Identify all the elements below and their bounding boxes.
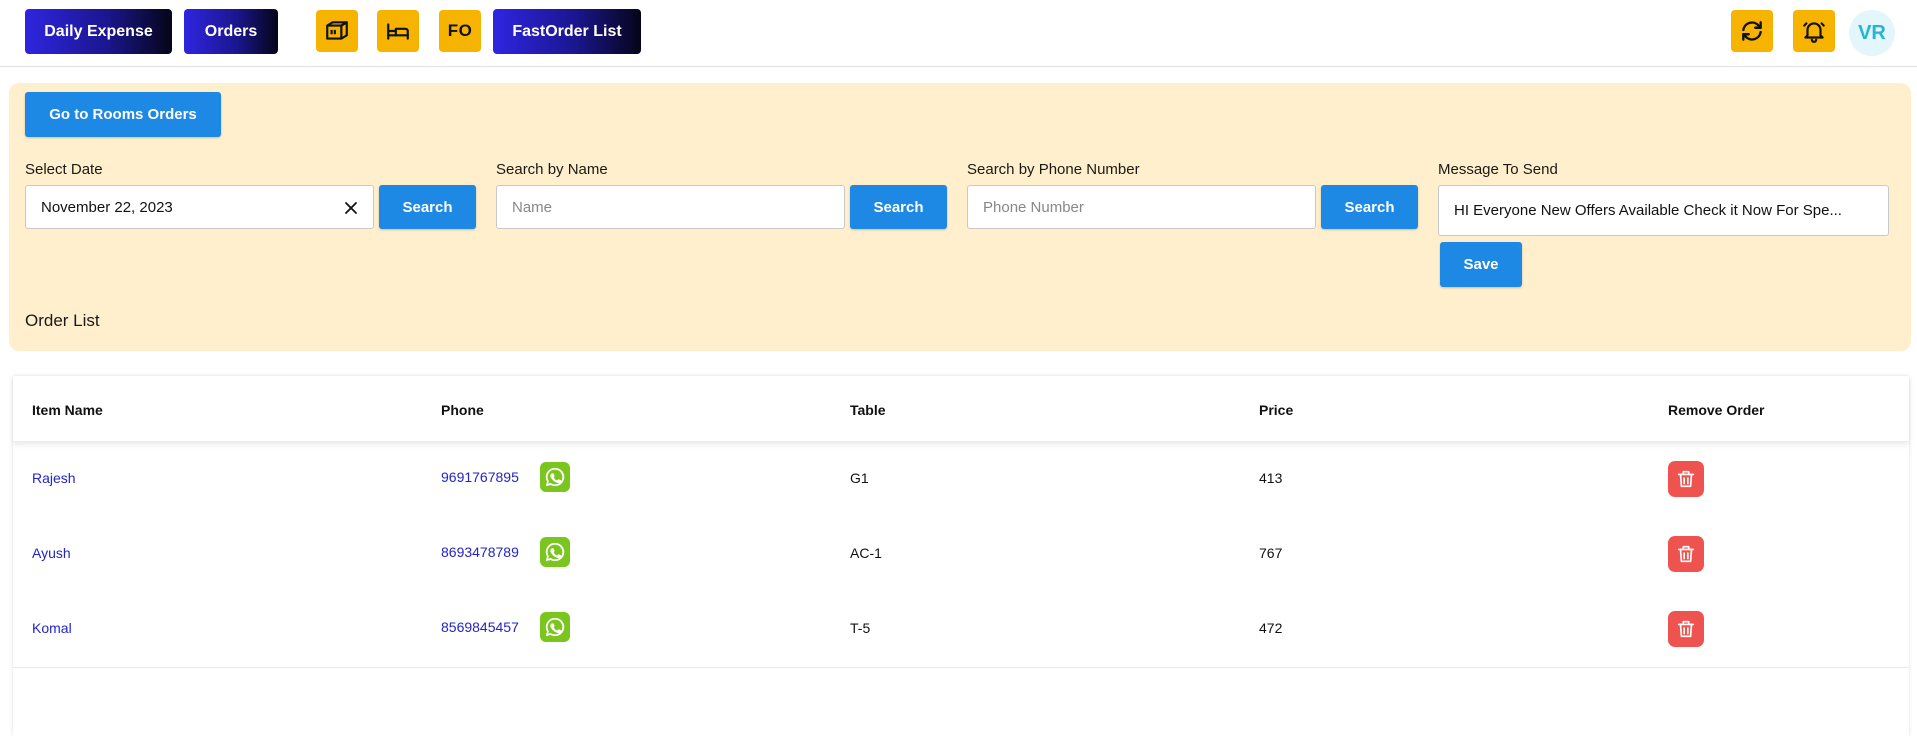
search-phone-button[interactable]: Search — [1321, 185, 1418, 229]
whatsapp-button[interactable] — [540, 612, 570, 642]
message-to-send-label: Message To Send — [1438, 161, 1558, 178]
whatsapp-button[interactable] — [540, 462, 570, 492]
whatsapp-icon — [545, 467, 565, 487]
order-list-title: Order List — [25, 311, 100, 330]
filter-panel: Go to Rooms Orders Select Date November … — [9, 83, 1911, 351]
table-value: T-5 — [850, 620, 871, 636]
orders-table: Item Name Phone Table Price Remove Order… — [13, 376, 1909, 736]
orders-button[interactable]: Orders — [184, 9, 278, 54]
bed-icon — [387, 23, 409, 40]
save-message-button[interactable]: Save — [1440, 242, 1522, 287]
price-value: 767 — [1259, 545, 1283, 561]
table-row: Komal 8569845457 T-5 472 — [13, 592, 1909, 667]
header-remove-order: Remove Order — [1668, 402, 1765, 418]
date-value: November 22, 2023 — [41, 198, 173, 216]
remove-order-button[interactable] — [1668, 611, 1704, 647]
package-button[interactable] — [316, 10, 358, 52]
item-name-link[interactable]: Rajesh — [32, 470, 76, 486]
table-value: AC-1 — [850, 545, 882, 561]
item-name-link[interactable]: Ayush — [32, 545, 71, 561]
table-header: Item Name Phone Table Price Remove Order — [13, 376, 1909, 442]
go-to-rooms-orders-button[interactable]: Go to Rooms Orders — [25, 92, 221, 137]
search-by-phone-label: Search by Phone Number — [967, 161, 1140, 178]
header-table: Table — [850, 402, 886, 418]
table-bottom-divider — [13, 667, 1909, 668]
phone-search-input[interactable] — [983, 198, 1315, 216]
item-name-link[interactable]: Komal — [32, 620, 72, 636]
phone-link[interactable]: 8693478789 — [441, 544, 519, 560]
refresh-icon — [1742, 21, 1762, 41]
search-by-name-label: Search by Name — [496, 161, 608, 178]
notifications-button[interactable] — [1793, 10, 1835, 52]
name-search-input[interactable] — [512, 198, 844, 216]
phone-link[interactable]: 9691767895 — [441, 469, 519, 485]
phone-link[interactable]: 8569845457 — [441, 619, 519, 635]
package-icon — [326, 21, 348, 40]
fastorder-list-button[interactable]: FastOrder List — [493, 9, 641, 54]
message-value: HI Everyone New Offers Available Check i… — [1454, 202, 1842, 219]
whatsapp-icon — [545, 617, 565, 637]
phone-search-field[interactable] — [967, 185, 1316, 229]
message-field[interactable]: HI Everyone New Offers Available Check i… — [1438, 185, 1889, 236]
trash-icon — [1677, 620, 1695, 638]
fast-order-button[interactable]: FO — [439, 10, 481, 52]
table-value: G1 — [850, 470, 869, 486]
top-navigation-bar: Daily Expense Orders FO FastOrder List V… — [0, 0, 1917, 67]
daily-expense-button[interactable]: Daily Expense — [25, 9, 172, 54]
header-item-name: Item Name — [32, 402, 103, 418]
remove-order-button[interactable] — [1668, 536, 1704, 572]
select-date-label: Select Date — [25, 161, 103, 178]
header-phone: Phone — [441, 402, 484, 418]
header-price: Price — [1259, 402, 1294, 418]
search-date-button[interactable]: Search — [379, 185, 476, 229]
table-row: Ayush 8693478789 AC-1 767 — [13, 517, 1909, 592]
clear-date-icon[interactable] — [341, 198, 361, 218]
rooms-button[interactable] — [377, 10, 419, 52]
user-avatar[interactable]: VR — [1849, 10, 1895, 56]
whatsapp-icon — [545, 542, 565, 562]
search-name-button[interactable]: Search — [850, 185, 947, 229]
table-row: Rajesh 9691767895 G1 413 — [13, 442, 1909, 517]
fo-icon: FO — [447, 21, 473, 40]
whatsapp-button[interactable] — [540, 537, 570, 567]
name-search-field[interactable] — [496, 185, 845, 229]
price-value: 413 — [1259, 470, 1283, 486]
trash-icon — [1677, 470, 1695, 488]
remove-order-button[interactable] — [1668, 461, 1704, 497]
price-value: 472 — [1259, 620, 1283, 636]
date-picker-field[interactable]: November 22, 2023 — [25, 185, 374, 229]
trash-icon — [1677, 545, 1695, 563]
bell-icon — [1803, 22, 1825, 43]
refresh-button[interactable] — [1731, 10, 1773, 52]
